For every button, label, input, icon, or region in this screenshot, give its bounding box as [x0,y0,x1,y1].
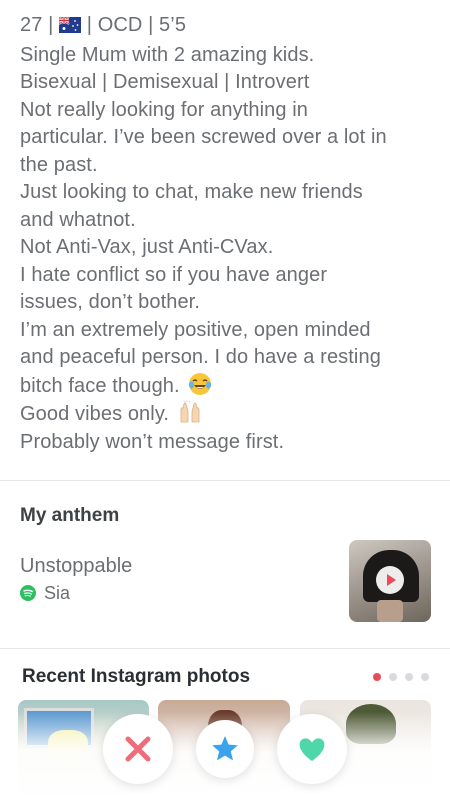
bio-line: Good vibes only. [20,400,430,429]
superlike-button[interactable] [196,720,254,778]
bio-line: the past. [20,153,98,176]
bio-line: I’m an extremely positive, open minded [20,318,371,341]
spotify-icon [20,585,36,601]
section-divider [0,480,450,481]
pager-dot[interactable] [421,673,429,681]
bio-text: Good vibes only. [20,403,170,425]
profile-bio: 27 | | OCD | 5’5 Single Mum with 2 amazi… [0,0,450,456]
bio-line: Probably won’t message first. [20,430,285,453]
raising-hands-icon [178,400,202,424]
play-button[interactable] [376,566,404,594]
artist-name: Sia [44,582,71,603]
australia-flag-icon [58,14,82,42]
nope-button[interactable] [103,714,173,784]
album-art[interactable] [349,540,431,622]
bio-line: Bisexual | Demisexual | Introvert [20,71,310,93]
star-icon [212,736,238,761]
pager-dot-active[interactable] [373,673,381,681]
bio-line: Not Anti-Vax, just Anti-CVax. [20,236,274,258]
close-icon [125,736,151,762]
like-button[interactable] [277,714,347,784]
bio-line: and whatnot. [20,208,136,231]
bio-line: issues, don’t bother. [20,291,200,313]
section-divider [0,648,450,649]
face-with-tears-of-joy-icon [188,372,212,396]
pager-dot[interactable] [389,673,397,681]
artist-row: Sia [20,582,71,603]
bio-line: 27 | | OCD | 5’5 [20,12,430,42]
heart-icon [299,738,325,761]
bio-line: and peaceful person. I do have a resting [20,346,381,368]
pager-dot[interactable] [405,673,413,681]
bio-line: particular. I’ve been screwed over a lot… [20,126,387,148]
bio-line: Not really looking for anything in [20,98,308,121]
anthem-title: My anthem [20,505,120,526]
instagram-title: Recent Instagram photos [22,666,251,687]
bio-traits: | OCD | 5’5 [86,14,187,36]
album-art-face [377,600,403,622]
carousel-pager [373,673,429,681]
bio-text: bitch face though. [20,374,180,397]
play-icon [387,574,396,586]
bio-line: bitch face though. [20,372,430,401]
bio-line: Just looking to chat, make new friends [20,181,363,203]
bio-line: I hate conflict so if you have anger [20,263,328,286]
bio-age: 27 | [20,14,54,36]
song-title[interactable]: Unstoppable [20,555,132,578]
bio-line: Single Mum with 2 amazing kids. [20,43,315,66]
